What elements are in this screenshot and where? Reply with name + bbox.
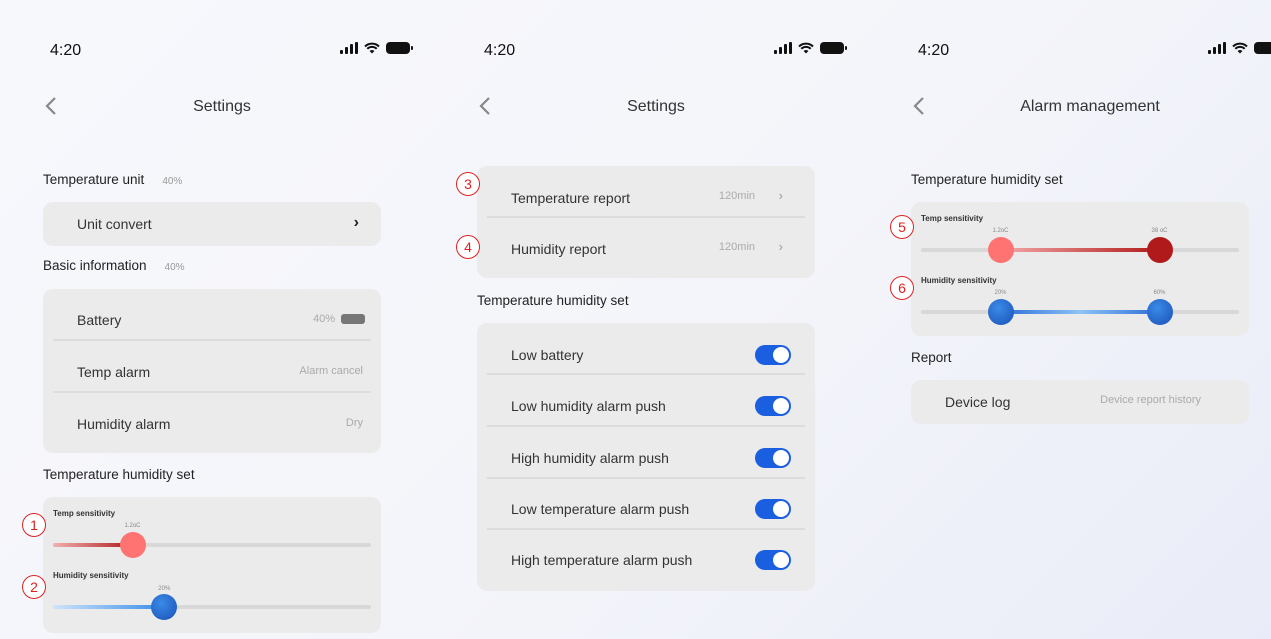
divider — [487, 477, 805, 479]
annotation-marker: 2 — [22, 575, 46, 599]
humidity-sensitivity-low-value: 20% — [994, 290, 1007, 296]
temperature-report-label[interactable]: Temperature report — [511, 190, 630, 206]
report-interval-card: Temperature report 120min › Humidity rep… — [477, 166, 815, 278]
humidity-alarm-value: Dry — [345, 417, 363, 429]
humidity-sensitivity-knob[interactable] — [151, 594, 178, 620]
sensitivity-range-card: Temp sensitivity 1.2oC 38 oC Humidity se… — [911, 202, 1249, 336]
report-section-label: Report — [911, 350, 952, 365]
unit-convert-label: Unit convert — [77, 216, 152, 232]
temp-sensitivity-low-knob[interactable] — [987, 237, 1014, 263]
high-humidity-alarm-push-toggle[interactable] — [755, 448, 791, 468]
annotation-marker: 3 — [456, 172, 480, 196]
high-humidity-alarm-push-label: High humidity alarm push — [511, 450, 669, 466]
battery-icon — [1254, 42, 1271, 54]
wifi-icon — [364, 42, 380, 54]
status-time: 4:20 — [50, 42, 82, 59]
screen-settings-notifications: 4:20 Settings Temperature report 120min … — [456, 0, 856, 639]
back-arrow-icon[interactable] — [40, 92, 64, 120]
page-title: Settings — [627, 98, 685, 115]
annotation-marker: 1 — [22, 513, 46, 537]
basic-information-value: 40% — [164, 262, 185, 273]
high-temperature-alarm-push-label: High temperature alarm push — [511, 552, 693, 568]
divider — [53, 339, 371, 341]
humidity-sensitivity-high-value: 60% — [1153, 290, 1166, 296]
alarm-push-card: Low battery Low humidity alarm push High… — [477, 323, 815, 591]
humidity-sensitivity-title: Humidity sensitivity — [921, 276, 997, 285]
device-log-label: Device log — [945, 394, 1011, 410]
temp-sensitivity-title: Temp sensitivity — [53, 509, 116, 518]
annotation-marker: 4 — [456, 235, 480, 259]
divider — [487, 216, 805, 218]
page-title: Settings — [193, 98, 251, 115]
battery-row-label: Battery — [77, 312, 122, 328]
humidity-sensitivity-fill — [1000, 310, 1160, 314]
annotation-marker: 6 — [890, 276, 914, 300]
divider — [53, 391, 371, 393]
status-time: 4:20 — [918, 42, 950, 59]
temperature-humidity-set-label: Temperature humidity set — [43, 467, 195, 482]
low-humidity-alarm-push-toggle[interactable] — [755, 396, 791, 416]
battery-row-value: 40% — [312, 313, 335, 325]
screen-alarm-management: 4:20 Alarm management Temperature humidi… — [890, 0, 1271, 639]
temp-alarm-value: Alarm cancel — [299, 365, 363, 377]
temp-alarm-label: Temp alarm — [77, 364, 151, 380]
humidity-sensitivity-high-knob[interactable] — [1146, 299, 1173, 325]
humidity-report-label[interactable]: Humidity report — [511, 241, 606, 257]
low-humidity-alarm-push-label: Low humidity alarm push — [511, 398, 666, 414]
annotation-marker: 5 — [890, 215, 914, 239]
temp-sensitivity-high-knob[interactable] — [1146, 237, 1173, 263]
temperature-report-value: 120min — [718, 190, 755, 202]
chevron-right-icon[interactable]: › — [779, 239, 783, 254]
temperature-unit-label: Temperature unit 40% — [43, 172, 183, 187]
divider — [487, 528, 805, 530]
humidity-alarm-label: Humidity alarm — [77, 416, 171, 432]
humidity-sensitivity-low-knob[interactable] — [987, 299, 1014, 325]
signal-icon — [1208, 42, 1226, 54]
chevron-right-icon: › — [353, 214, 359, 231]
screen-settings-basic: 4:20 Settings Temperature unit 40% Unit c… — [22, 0, 422, 639]
signal-icon — [340, 42, 358, 54]
low-temperature-alarm-push-label: Low temperature alarm push — [511, 501, 690, 517]
temp-sensitivity-knob[interactable] — [119, 532, 146, 558]
sensitivity-card: Temp sensitivity 1.2oC Humidity sensitiv… — [43, 497, 381, 633]
status-icons — [340, 42, 413, 54]
device-log-value: Device report history — [1100, 394, 1201, 406]
page-title: Alarm management — [1020, 98, 1160, 115]
back-arrow-icon[interactable] — [908, 92, 932, 120]
basic-information-card: Battery 40% Temp alarm Alarm cancel Humi… — [43, 289, 381, 453]
battery-level-icon — [341, 314, 365, 324]
divider — [487, 425, 805, 427]
temperature-humidity-set-label: Temperature humidity set — [911, 172, 1063, 187]
low-temperature-alarm-push-toggle[interactable] — [755, 499, 791, 519]
temperature-humidity-set-label: Temperature humidity set — [477, 293, 629, 308]
status-icons — [774, 42, 847, 54]
temp-sensitivity-title: Temp sensitivity — [921, 214, 984, 223]
wifi-icon — [1232, 42, 1248, 54]
back-arrow-icon[interactable] — [474, 92, 498, 120]
low-battery-toggle[interactable] — [755, 345, 791, 365]
battery-icon — [386, 42, 413, 54]
temp-sensitivity-high-value: 38 oC — [1151, 228, 1168, 234]
temperature-unit-value: 40% — [162, 176, 183, 187]
high-temperature-alarm-push-toggle[interactable] — [755, 550, 791, 570]
humidity-sensitivity-title: Humidity sensitivity — [53, 571, 129, 580]
divider — [487, 373, 805, 375]
wifi-icon — [798, 42, 814, 54]
humidity-sensitivity-value: 20% — [158, 586, 171, 592]
chevron-right-icon[interactable]: › — [779, 188, 783, 203]
status-icons — [1208, 42, 1271, 54]
basic-information-label: Basic information 40% — [43, 258, 185, 273]
humidity-sensitivity-fill — [53, 605, 165, 609]
status-time: 4:20 — [484, 42, 516, 59]
temp-sensitivity-fill — [1000, 248, 1160, 252]
device-log-row[interactable]: Device log Device report history — [911, 380, 1249, 424]
low-battery-label: Low battery — [511, 347, 584, 363]
temp-sensitivity-low-value: 1.2oC — [992, 228, 1009, 234]
unit-convert-row[interactable]: Unit convert › — [43, 202, 381, 246]
temp-sensitivity-value: 1.2oC — [124, 523, 141, 529]
humidity-report-value: 120min — [718, 241, 755, 253]
battery-icon — [820, 42, 847, 54]
signal-icon — [774, 42, 792, 54]
